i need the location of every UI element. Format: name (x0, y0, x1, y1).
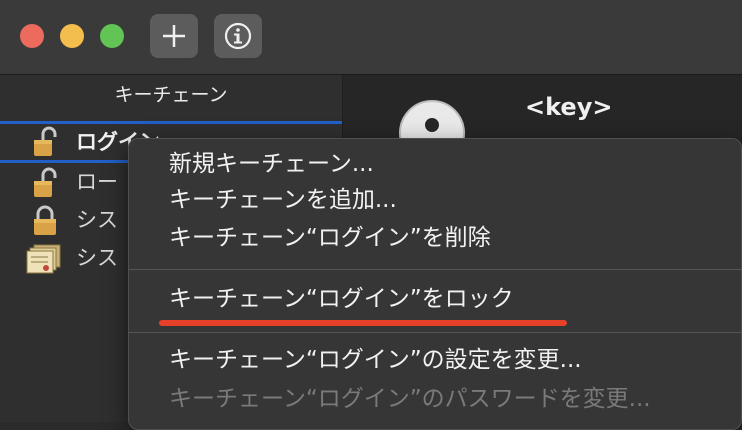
item-title: <key> (525, 93, 613, 121)
add-keychain-button[interactable] (150, 14, 198, 58)
lock-open-icon (34, 167, 57, 197)
menu-item-change-settings[interactable]: キーチェーン“ログイン”の設定を変更... (169, 345, 582, 375)
menu-item-lock-keychain[interactable]: キーチェーン“ログイン”をロック (169, 284, 514, 314)
sidebar-item-label: シス (76, 208, 118, 232)
minimize-window-button[interactable] (60, 24, 84, 48)
menu-separator (129, 332, 741, 333)
sidebar-item-label: ロー (76, 170, 118, 194)
menu-item-new-keychain[interactable]: 新規キーチェーン... (169, 149, 374, 179)
plus-icon (163, 25, 185, 47)
lock-open-icon (34, 126, 57, 156)
zoom-window-button[interactable] (100, 24, 124, 48)
annotation-underline (159, 320, 567, 326)
title-bar (0, 0, 742, 75)
sidebar-header: キーチェーン (114, 84, 228, 106)
info-icon (224, 22, 252, 50)
context-menu: 新規キーチェーン... キーチェーンを追加... キーチェーン“ログイン”を削除… (128, 138, 742, 430)
menu-item-change-password: キーチェーン“ログイン”のパスワードを変更... (169, 386, 651, 412)
menu-item-delete-keychain[interactable]: キーチェーン“ログイン”を削除 (169, 223, 491, 253)
certificate-icon (26, 244, 61, 274)
menu-item-add-keychain[interactable]: キーチェーンを追加... (169, 185, 397, 215)
info-button[interactable] (214, 14, 262, 58)
menu-separator (129, 269, 741, 270)
lock-closed-icon (34, 205, 56, 235)
sidebar-item-label: シス (76, 246, 118, 270)
close-window-button[interactable] (20, 24, 44, 48)
